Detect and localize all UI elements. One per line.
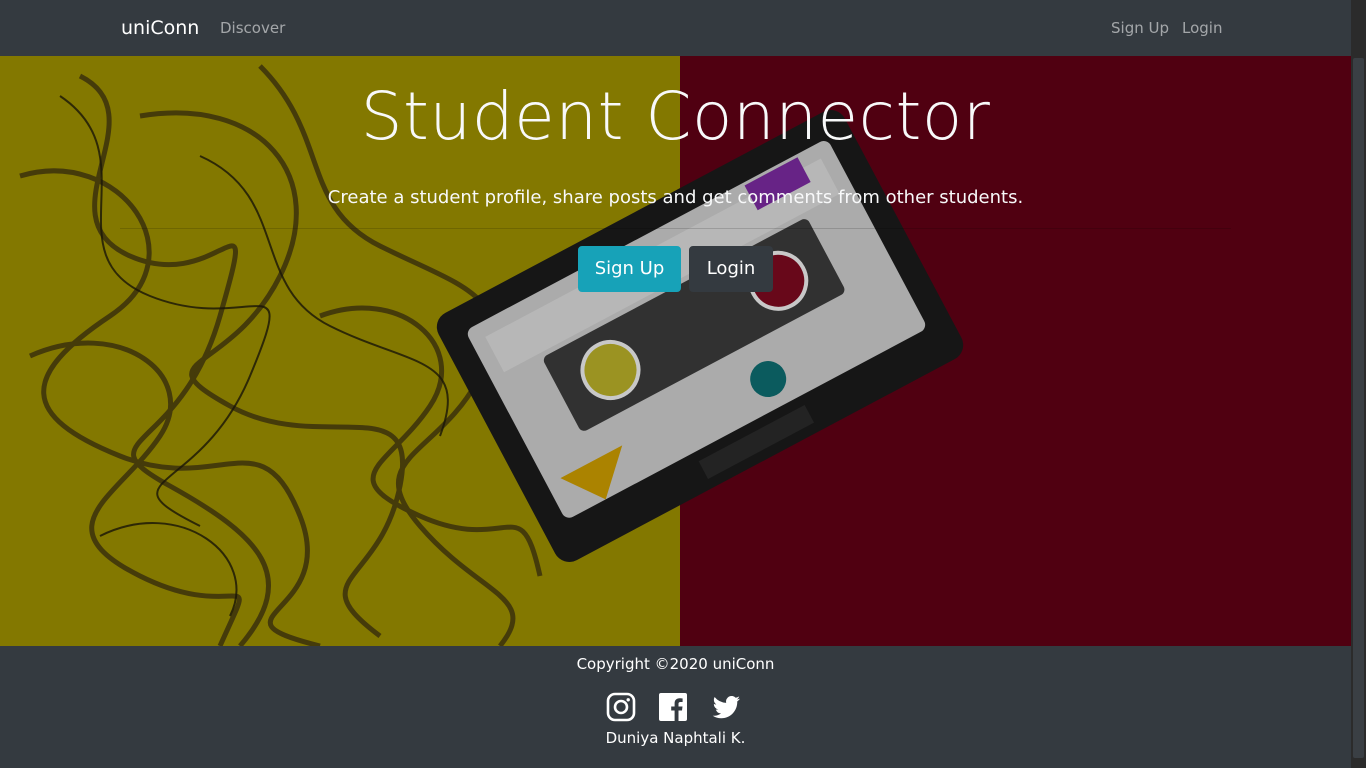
scrollbar-thumb[interactable] <box>1353 58 1364 758</box>
top-navbar: uniConn Discover Sign Up Login <box>0 0 1351 56</box>
landing-page: uniConn Discover Sign Up Login Student C… <box>0 0 1366 768</box>
hero-section: Student Connector Create a student profi… <box>0 56 1351 646</box>
nav-login-link[interactable]: Login <box>1182 17 1222 39</box>
nav-discover-link[interactable]: Discover <box>220 17 285 39</box>
social-links <box>0 692 1351 724</box>
hero-lead-text: Create a student profile, share posts an… <box>327 187 1024 208</box>
hero-login-button[interactable]: Login <box>689 246 773 292</box>
instagram-icon[interactable] <box>606 692 636 722</box>
hero-divider <box>120 228 1231 229</box>
page-scrollbar[interactable] <box>1351 0 1366 768</box>
hero-signup-button[interactable]: Sign Up <box>578 246 681 292</box>
footer: Copyright ©2020 uniConn Duniya Naphtali … <box>0 646 1351 768</box>
author-credit: Duniya Naphtali K. <box>605 729 746 747</box>
brand-link[interactable]: uniConn <box>121 15 199 41</box>
facebook-icon[interactable] <box>658 692 688 722</box>
nav-signup-link[interactable]: Sign Up <box>1111 17 1169 39</box>
hero-title: Student Connector <box>360 78 991 155</box>
twitter-icon[interactable] <box>711 692 741 722</box>
copyright-text: Copyright ©2020 uniConn <box>576 655 775 673</box>
